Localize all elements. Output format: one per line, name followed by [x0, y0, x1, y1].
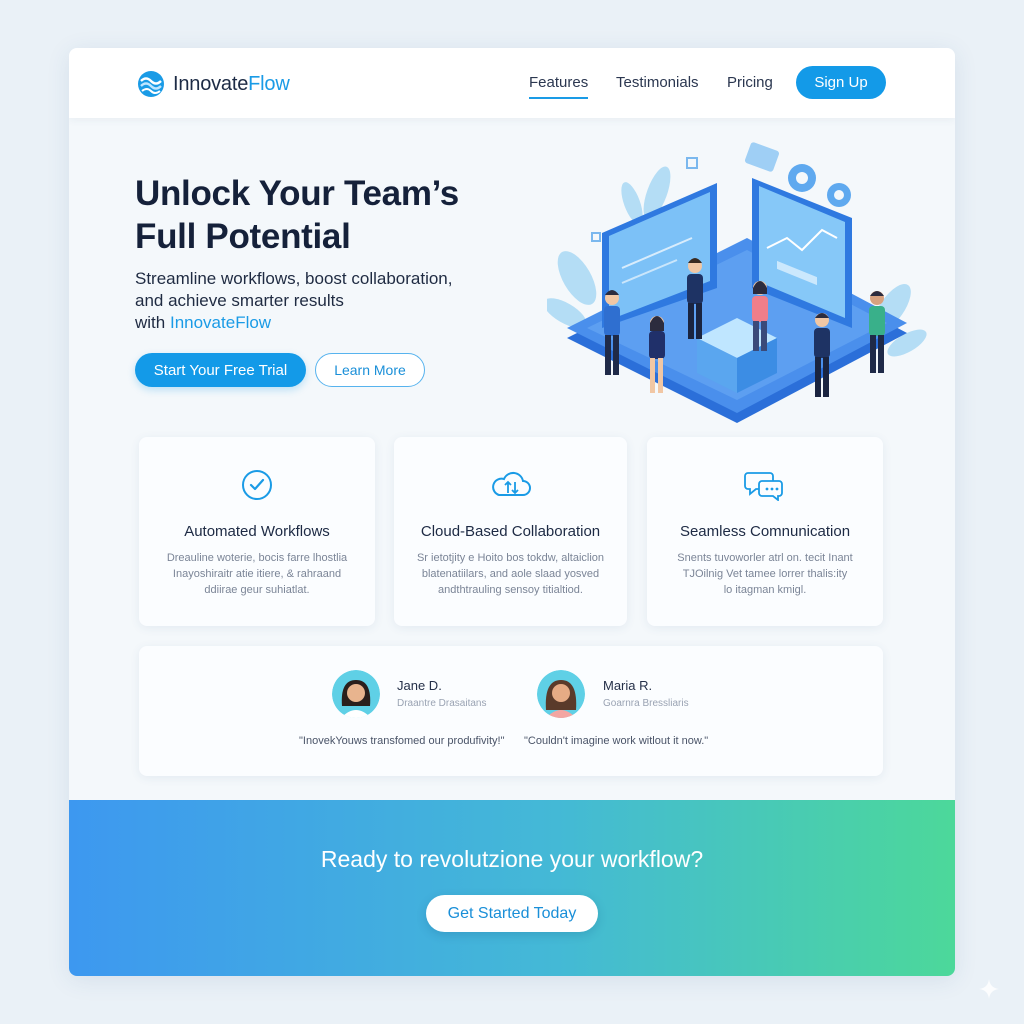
- feature-description: Snents tuvoworler atrl on. tecit Inant T…: [667, 550, 863, 598]
- feature-description-line: TJOilnig Vet tamee lorrer thalis:ity: [682, 568, 848, 580]
- nav-pricing[interactable]: Pricing: [727, 74, 773, 91]
- avatar: [537, 670, 585, 718]
- wave-logo-icon: [138, 71, 164, 97]
- testimonial-quote: "InovekYouws transfomed our produfivity!…: [299, 735, 505, 747]
- feature-title: Cloud-Based Collaboration: [420, 523, 601, 540]
- avatar-jane-icon: [332, 670, 380, 718]
- testimonial-name: Jane D.: [397, 678, 442, 693]
- hero-title-line1: Unlock Your Team’s: [135, 174, 459, 213]
- testimonial-quote: "Couldn't imagine work witlout it now.": [524, 735, 709, 747]
- hero-title: Unlock Your Team’s Full Potential: [135, 172, 555, 258]
- team-collaboration-illustration: [547, 142, 927, 423]
- hero-subtitle-line1: Streamline workflows, boost collaboratio…: [135, 269, 453, 288]
- chat-bubbles-icon: [744, 472, 783, 501]
- feature-card-automated-workflows[interactable]: Automated Workflows Dreauline woterie, b…: [139, 437, 375, 626]
- feature-description-line: Sr ietotjity e Hoito bos tokdw, altaicli…: [416, 552, 605, 564]
- feature-description-line: Snents tuvoworler atrl on. tecit Inant: [677, 552, 853, 564]
- testimonial-name: Maria R.: [603, 678, 653, 693]
- learn-more-button[interactable]: Learn More: [315, 353, 425, 387]
- check-circle-icon: [242, 470, 272, 500]
- feature-description-line: Inayoshiraitr atie itiere, & rahraand: [172, 568, 342, 580]
- site-header: InnovateFlow Features Testimonials Prici…: [69, 48, 955, 118]
- hero-subtitle-prefix: with: [135, 313, 170, 332]
- cloud-sync-icon: [491, 471, 531, 496]
- testimonials-section: Jane D. Draantre Drasaitans "InovekYouws…: [139, 646, 883, 776]
- sign-up-button[interactable]: Sign Up: [796, 66, 886, 99]
- get-started-button[interactable]: Get Started Today: [426, 895, 598, 932]
- feature-description: Dreauline woterie, bocis farre lhostlia …: [159, 550, 355, 598]
- testimonial-role: Draantre Drasaitans: [397, 698, 487, 709]
- hero-subtitle: Streamline workflows, boost collaboratio…: [135, 268, 495, 334]
- feature-description-line: lo itagman kmigl.: [723, 584, 807, 596]
- avatar: [332, 670, 380, 718]
- feature-description-line: Dreauline woterie, bocis farre lhostlia: [166, 552, 348, 564]
- landing-page: InnovateFlow Features Testimonials Prici…: [69, 48, 955, 976]
- feature-card-seamless-communication[interactable]: Seamless Comnunication Snents tuvoworler…: [647, 437, 883, 626]
- cta-title: Ready to revolutzione your workflow?: [320, 846, 704, 872]
- brand-name: InnovateFlow: [173, 73, 290, 96]
- hero-title-line2: Full Potential: [135, 217, 351, 256]
- feature-card-cloud-collaboration[interactable]: Cloud-Based Collaboration Sr ietotjity e…: [394, 437, 627, 626]
- feature-description: Sr ietotjity e Hoito bos tokdw, altaicli…: [414, 550, 607, 598]
- feature-description-line: blatenatiilars, and aole slaad yosved: [421, 568, 600, 580]
- brand-logo[interactable]: InnovateFlow: [137, 70, 290, 98]
- cta-banner: Ready to revolutzione your workflow? Get…: [69, 800, 955, 976]
- feature-title: Automated Workflows: [184, 523, 330, 540]
- cloud-card-icon: [744, 142, 780, 172]
- hero-subtitle-line2: and achieve smarter results: [135, 291, 344, 310]
- sparkle-icon: [979, 979, 999, 999]
- feature-description-line: andthtrauling sensoy titialtiod.: [438, 584, 583, 596]
- testimonial-role: Goarnra Bressliaris: [603, 698, 689, 709]
- feature-description-line: ddiirae geur suhiatlat.: [204, 584, 310, 596]
- avatar-maria-icon: [537, 670, 585, 718]
- nav-testimonials[interactable]: Testimonials: [616, 74, 699, 91]
- nav-features[interactable]: Features: [529, 74, 589, 99]
- hero-subtitle-line3: with InnovateFlow: [135, 312, 495, 334]
- start-free-trial-button[interactable]: Start Your Free Trial: [135, 353, 306, 387]
- hero-subtitle-brand: InnovateFlow: [169, 313, 272, 332]
- brand-name-part2: Flow: [248, 72, 290, 95]
- brand-name-part1: Innovate: [173, 72, 249, 95]
- feature-title: Seamless Comnunication: [679, 523, 851, 540]
